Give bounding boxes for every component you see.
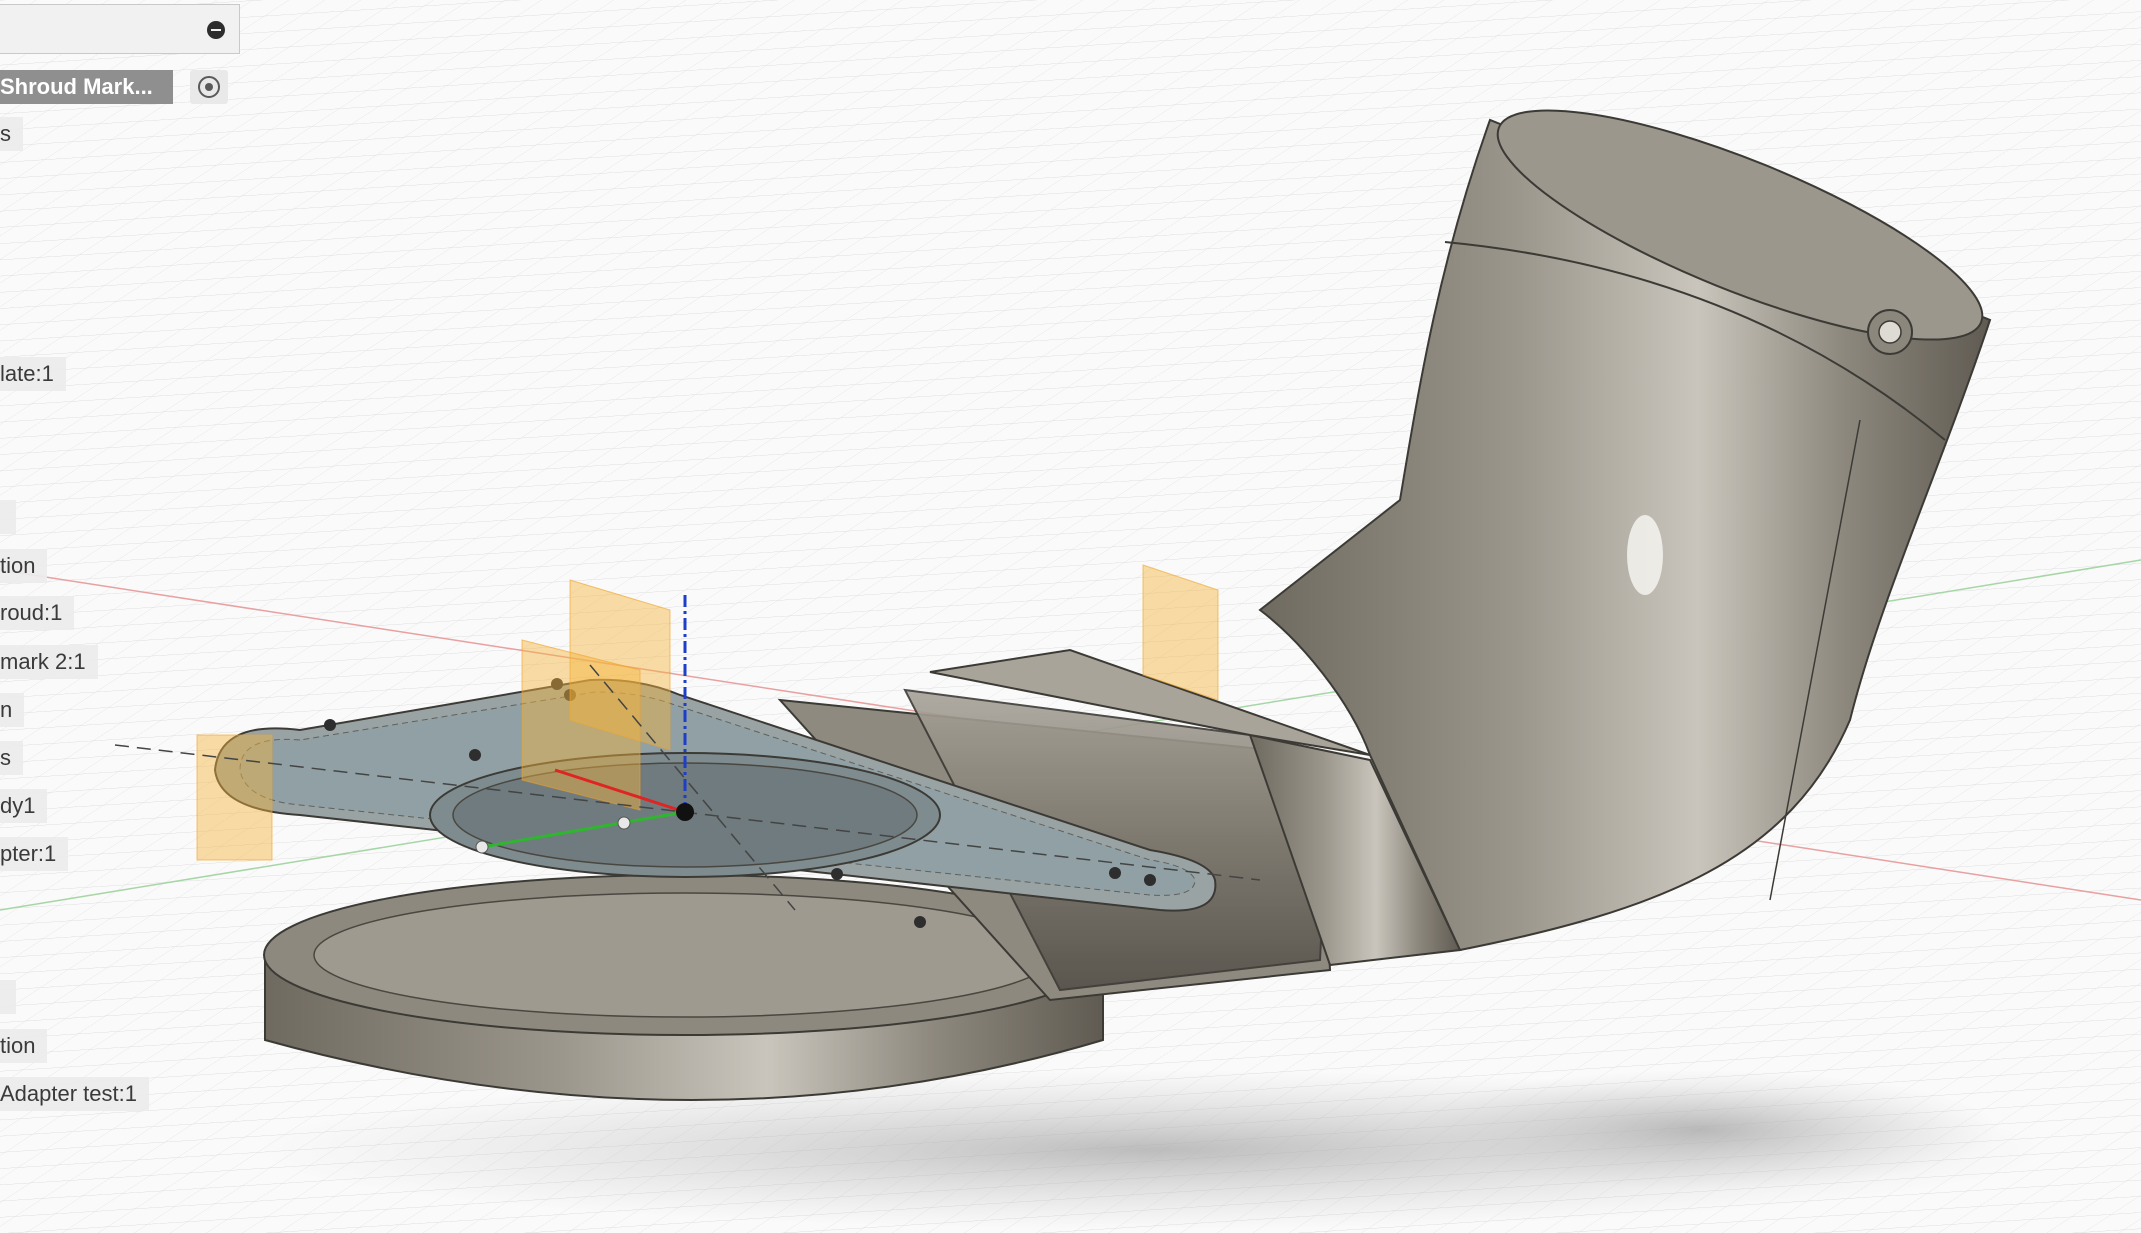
work-plane-left[interactable] (196, 734, 273, 861)
sketch-point-icon[interactable] (617, 816, 631, 830)
viewport-canvas[interactable] (0, 0, 2141, 1233)
browser-node-selected[interactable]: Shroud Mark... (0, 70, 173, 104)
browser-node[interactable]: s (0, 741, 23, 775)
origin-point-icon[interactable] (676, 803, 694, 821)
browser-node[interactable]: tion (0, 549, 48, 583)
browser-node[interactable]: s (0, 117, 23, 151)
browser-node[interactable] (0, 500, 16, 534)
3d-viewport[interactable] (0, 0, 2141, 1233)
collapse-icon[interactable] (207, 21, 225, 39)
browser-node[interactable]: n (0, 693, 25, 727)
work-plane-center-front[interactable] (521, 639, 641, 811)
ground-shadow-elbow (1400, 1070, 2000, 1190)
browser-node[interactable]: dy1 (0, 789, 48, 823)
browser-node[interactable]: Adapter test:1 (0, 1077, 149, 1111)
sketch-point-icon[interactable] (475, 840, 489, 854)
browser-node[interactable]: late:1 (0, 357, 66, 391)
browser-node[interactable]: tion (0, 1029, 48, 1063)
browser-node[interactable] (0, 980, 16, 1014)
browser-node[interactable]: pter:1 (0, 837, 69, 871)
eye-radio-icon[interactable] (190, 70, 228, 104)
browser-node[interactable]: mark 2:1 (0, 645, 98, 679)
browser-header (0, 4, 240, 54)
browser-node[interactable]: roud:1 (0, 596, 75, 630)
